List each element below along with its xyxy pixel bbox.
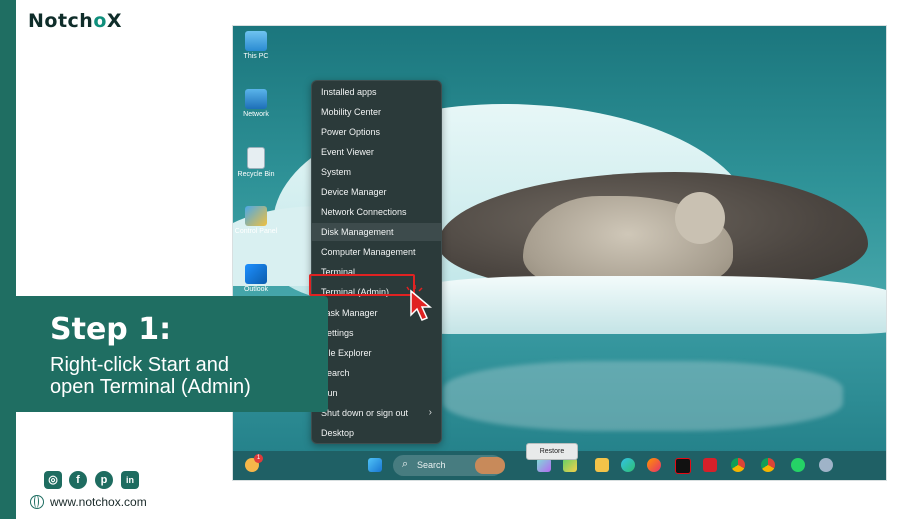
pinterest-icon[interactable]: p bbox=[95, 471, 113, 489]
start-icon[interactable] bbox=[368, 458, 382, 472]
menu-item-label: Installed apps bbox=[321, 87, 377, 97]
desktop-icon-label: Recycle Bin bbox=[237, 171, 275, 178]
menu-item-label: System bbox=[321, 167, 352, 177]
step-description-line-2: open Terminal (Admin) bbox=[50, 376, 251, 398]
firefox-icon[interactable] bbox=[647, 458, 661, 472]
globe-icon bbox=[30, 495, 44, 509]
menu-item-label: Shut down or sign out bbox=[321, 408, 409, 418]
search-placeholder: Search bbox=[417, 460, 446, 470]
notchox-logo: NotchoX bbox=[28, 10, 122, 32]
desktop-icon-label: Outlook bbox=[243, 286, 269, 293]
whatsapp-icon[interactable] bbox=[791, 458, 805, 472]
menu-item-mobility-center[interactable]: Mobility Center bbox=[312, 103, 441, 121]
menu-item-file-explorer[interactable]: File Explorer bbox=[312, 344, 441, 362]
control-panel-icon bbox=[245, 206, 267, 226]
logo-text-prefix: Notch bbox=[28, 10, 94, 32]
widgets-icon[interactable] bbox=[563, 458, 577, 472]
chrome-profile-icon[interactable] bbox=[761, 458, 775, 472]
linkedin-icon[interactable]: in bbox=[121, 471, 139, 489]
desktop-icon-network[interactable]: Network bbox=[233, 89, 281, 118]
step-description-line-1: Right-click Start and bbox=[50, 354, 229, 376]
wallpaper-reflection bbox=[443, 361, 843, 431]
wallpaper-ice-floe bbox=[403, 276, 886, 334]
monitor-icon bbox=[245, 31, 267, 51]
netflix-icon[interactable] bbox=[675, 458, 691, 474]
menu-item-label: Power Options bbox=[321, 127, 381, 137]
left-accent-bar bbox=[0, 0, 16, 519]
menu-item-label: Mobility Center bbox=[321, 107, 382, 117]
desktop-icon-label: This PC bbox=[243, 53, 269, 60]
copilot-icon[interactable] bbox=[537, 458, 551, 472]
weather-badge: 1 bbox=[254, 454, 263, 463]
menu-item-system[interactable]: System bbox=[312, 163, 441, 181]
menu-item-computer-management[interactable]: Computer Management bbox=[312, 243, 441, 261]
menu-item-label: Disk Management bbox=[321, 227, 394, 237]
taskbar-search-box[interactable]: ⌕ Search bbox=[393, 455, 505, 476]
file-explorer-icon[interactable] bbox=[595, 458, 609, 472]
desktop-icon-label: Network bbox=[243, 111, 269, 118]
instagram-icon[interactable]: ◎ bbox=[44, 471, 62, 489]
menu-item-device-manager[interactable]: Device Manager bbox=[312, 183, 441, 201]
step-panel: Step 1: Right-click Start and open Termi… bbox=[16, 296, 328, 412]
menu-item-shut-down[interactable]: Shut down or sign out › bbox=[312, 404, 441, 422]
edge-icon[interactable] bbox=[621, 458, 635, 472]
menu-item-desktop[interactable]: Desktop bbox=[312, 424, 441, 442]
menu-item-power-options[interactable]: Power Options bbox=[312, 123, 441, 141]
desktop-icon-outlook[interactable]: Outlook bbox=[233, 264, 281, 293]
desktop-icon-this-pc[interactable]: This PC bbox=[233, 31, 281, 60]
menu-item-label: Computer Management bbox=[321, 247, 416, 257]
menu-item-network-connections[interactable]: Network Connections bbox=[312, 203, 441, 221]
menu-item-disk-management[interactable]: Disk Management bbox=[312, 223, 441, 241]
desktop-icon-control-panel[interactable]: Control Panel bbox=[233, 206, 281, 235]
start-context-menu: Installed apps Mobility Center Power Opt… bbox=[311, 80, 442, 444]
website-url: www.notchox.com bbox=[50, 495, 147, 509]
menu-item-settings[interactable]: Settings bbox=[312, 324, 441, 342]
step-description: Right-click Start and open Terminal (Adm… bbox=[50, 354, 320, 398]
menu-item-event-viewer[interactable]: Event Viewer bbox=[312, 143, 441, 161]
search-icon: ⌕ bbox=[402, 458, 409, 470]
logo-text-accent: o bbox=[93, 10, 107, 32]
outlook-icon bbox=[245, 264, 267, 284]
step-title: Step 1: bbox=[50, 312, 172, 347]
wallpaper-seal-head bbox=[675, 192, 725, 244]
recycle-bin-icon bbox=[247, 147, 265, 169]
settings-icon[interactable] bbox=[819, 458, 833, 472]
app-l-icon[interactable] bbox=[703, 458, 717, 472]
chrome-icon[interactable] bbox=[731, 458, 745, 472]
chevron-right-icon: › bbox=[428, 407, 432, 418]
menu-item-label: Task Manager bbox=[321, 308, 378, 318]
desktop-icon-recycle-bin[interactable]: Recycle Bin bbox=[233, 147, 281, 178]
menu-item-installed-apps[interactable]: Installed apps bbox=[312, 83, 441, 101]
restore-tooltip: Restore bbox=[526, 443, 578, 460]
network-icon bbox=[245, 89, 267, 109]
facebook-icon[interactable]: f bbox=[69, 471, 87, 489]
menu-item-label: Network Connections bbox=[321, 207, 407, 217]
website-link[interactable]: www.notchox.com bbox=[30, 495, 147, 509]
desktop-icon-label: Control Panel bbox=[234, 228, 278, 235]
terminal-admin-highlight-box bbox=[309, 274, 415, 296]
menu-item-label: Device Manager bbox=[321, 187, 387, 197]
menu-item-label: Event Viewer bbox=[321, 147, 374, 157]
logo-text-suffix: X bbox=[106, 10, 123, 32]
windows-desktop-screenshot: This PC Network Recycle Bin Control Pane… bbox=[232, 25, 887, 481]
click-cursor-icon bbox=[405, 285, 433, 321]
menu-item-search[interactable]: Search bbox=[312, 364, 441, 382]
menu-item-run[interactable]: Run bbox=[312, 384, 441, 402]
menu-item-label: Desktop bbox=[321, 428, 355, 438]
menu-item-label: File Explorer bbox=[321, 348, 372, 358]
search-highlight-image bbox=[475, 457, 505, 474]
